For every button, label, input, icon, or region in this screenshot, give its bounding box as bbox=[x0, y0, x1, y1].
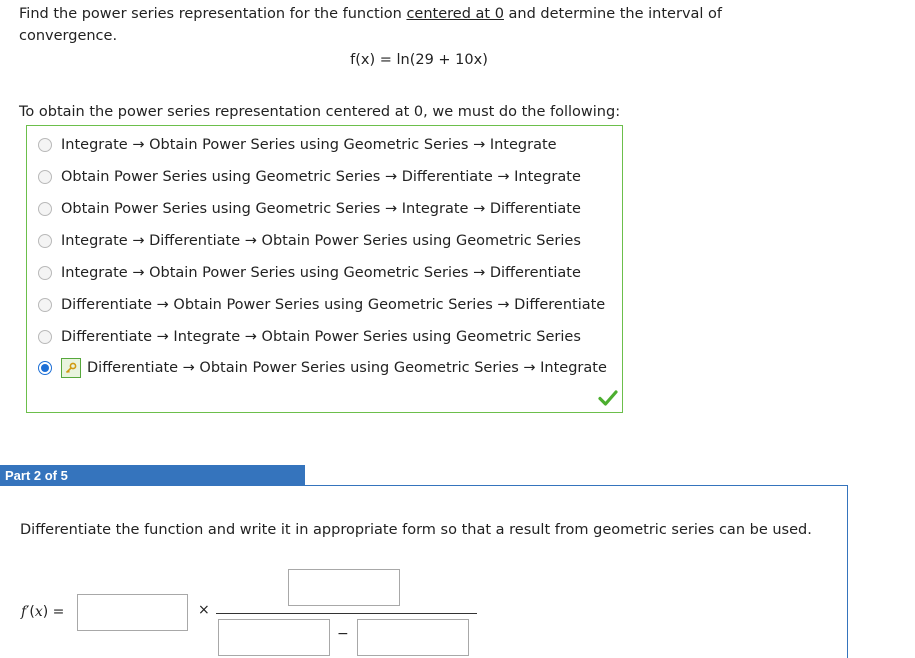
option-8[interactable]: Differentiate → Obtain Power Series usin… bbox=[38, 358, 607, 378]
option-1-label: Integrate → Obtain Power Series using Ge… bbox=[61, 137, 557, 153]
option-4-radio[interactable] bbox=[38, 234, 52, 248]
option-5-label: Integrate → Obtain Power Series using Ge… bbox=[61, 265, 581, 281]
denominator-left-input[interactable] bbox=[218, 619, 330, 656]
option-6-label: Differentiate → Obtain Power Series usin… bbox=[61, 297, 606, 313]
question-text: Find the power series representation for… bbox=[19, 3, 779, 47]
option-4-label: Integrate → Differentiate → Obtain Power… bbox=[61, 233, 581, 249]
key-icon[interactable] bbox=[61, 358, 81, 378]
centered-at-0-link[interactable]: centered at 0 bbox=[406, 6, 503, 22]
part-2-header: Part 2 of 5 bbox=[0, 465, 305, 486]
part-2-border-right bbox=[847, 485, 848, 658]
times-symbol: × bbox=[198, 602, 210, 618]
key-glyph bbox=[65, 362, 77, 374]
option-7-label: Differentiate → Integrate → Obtain Power… bbox=[61, 329, 581, 345]
fraction-bar bbox=[216, 613, 477, 614]
part-2-border-top bbox=[305, 485, 848, 486]
option-6[interactable]: Differentiate → Obtain Power Series usin… bbox=[38, 295, 605, 315]
fprime-label: f′(x) = bbox=[21, 604, 65, 620]
option-6-radio[interactable] bbox=[38, 298, 52, 312]
option-3-label: Obtain Power Series using Geometric Seri… bbox=[61, 201, 581, 217]
option-3[interactable]: Obtain Power Series using Geometric Seri… bbox=[38, 199, 581, 219]
part1-instruction: To obtain the power series representatio… bbox=[19, 104, 621, 120]
option-2-label: Obtain Power Series using Geometric Seri… bbox=[61, 169, 581, 185]
option-8-radio[interactable] bbox=[38, 361, 52, 375]
question-line2: convergence. bbox=[19, 28, 118, 44]
minus-symbol: − bbox=[337, 626, 349, 642]
option-2[interactable]: Obtain Power Series using Geometric Seri… bbox=[38, 167, 581, 187]
option-7[interactable]: Differentiate → Integrate → Obtain Power… bbox=[38, 327, 581, 347]
option-5-radio[interactable] bbox=[38, 266, 52, 280]
coefficient-input[interactable] bbox=[77, 594, 188, 631]
part2-instruction: Differentiate the function and write it … bbox=[20, 522, 812, 538]
option-8-label: Differentiate → Obtain Power Series usin… bbox=[87, 360, 607, 376]
option-3-radio[interactable] bbox=[38, 202, 52, 216]
option-1[interactable]: Integrate → Obtain Power Series using Ge… bbox=[38, 135, 557, 155]
question-suffix: and determine the interval of bbox=[508, 6, 723, 22]
option-2-radio[interactable] bbox=[38, 170, 52, 184]
option-5[interactable]: Integrate → Obtain Power Series using Ge… bbox=[38, 263, 581, 283]
question-prefix: Find the power series representation for… bbox=[19, 6, 402, 22]
option-1-radio[interactable] bbox=[38, 138, 52, 152]
numerator-input[interactable] bbox=[288, 569, 400, 606]
denominator-right-input[interactable] bbox=[357, 619, 469, 656]
option-4[interactable]: Integrate → Differentiate → Obtain Power… bbox=[38, 231, 581, 251]
checkmark-icon bbox=[598, 390, 618, 406]
function-expression: f(x) = ln(29 + 10x) bbox=[350, 52, 488, 68]
option-7-radio[interactable] bbox=[38, 330, 52, 344]
